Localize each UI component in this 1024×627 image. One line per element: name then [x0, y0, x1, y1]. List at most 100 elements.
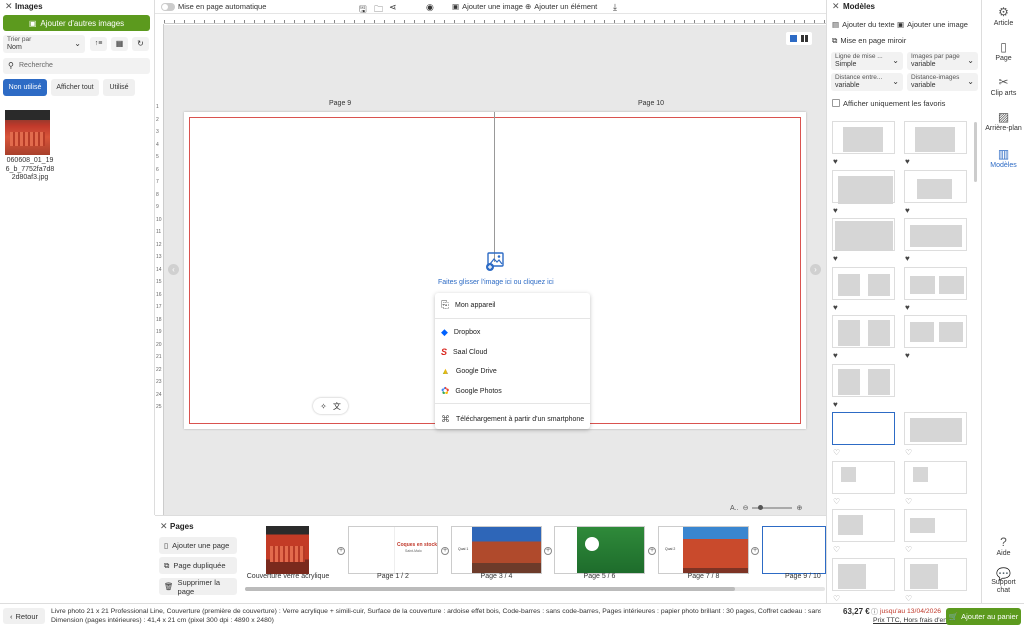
- next-page-arrow[interactable]: ›: [810, 264, 821, 275]
- favorite-heart-icon[interactable]: ♥: [905, 303, 910, 312]
- add-element-tool[interactable]: ⊕ Ajouter un élément: [525, 2, 597, 11]
- rail-page[interactable]: ▯ Page: [982, 40, 1024, 62]
- favorite-heart-icon[interactable]: ♡: [905, 594, 912, 603]
- layout-template[interactable]: [832, 460, 895, 494]
- layout-template[interactable]: [832, 363, 895, 397]
- rail-help[interactable]: ? Aide: [982, 535, 1024, 557]
- duplicate-page-button[interactable]: ⧉ Page dupliquée: [159, 557, 237, 574]
- page-thumb-9-10[interactable]: [762, 526, 826, 574]
- rail-support-chat[interactable]: 💬 Support chat: [982, 568, 1024, 595]
- prev-page-arrow[interactable]: ‹: [168, 264, 179, 275]
- favorite-heart-icon[interactable]: ♡: [905, 448, 912, 457]
- insert-page-icon[interactable]: +: [751, 547, 759, 555]
- rail-background[interactable]: ▨ Arrière-plan: [982, 110, 1024, 132]
- add-to-cart-button[interactable]: 🛒 Ajouter au panier: [946, 608, 1021, 625]
- back-button[interactable]: ‹ Retour: [3, 608, 45, 624]
- favorite-heart-icon[interactable]: ♡: [905, 497, 912, 506]
- layout-template[interactable]: [832, 169, 895, 204]
- zoom-handle[interactable]: [758, 505, 764, 510]
- add-page-button[interactable]: ▯ Ajouter une page: [159, 537, 237, 554]
- filter-show-all[interactable]: Afficher tout: [51, 79, 99, 96]
- line-select[interactable]: Ligne de mise ... Simple ⌄: [831, 52, 903, 70]
- magic-wand-icon[interactable]: ✧: [320, 402, 327, 411]
- layout-template[interactable]: [832, 121, 895, 154]
- scrollbar-thumb[interactable]: [974, 122, 977, 182]
- favorite-heart-icon[interactable]: ♥: [905, 206, 910, 215]
- layout-template[interactable]: [904, 266, 967, 300]
- pages-scrollbar[interactable]: [245, 587, 825, 591]
- page-thumb-5-6[interactable]: [554, 526, 645, 574]
- single-view-icon[interactable]: [790, 35, 797, 42]
- filter-not-used[interactable]: Non utilisé: [3, 79, 47, 96]
- layout-template[interactable]: [904, 121, 967, 154]
- rail-models[interactable]: ▥ Modèles: [982, 147, 1024, 169]
- favorites-checkbox[interactable]: [832, 99, 840, 107]
- menu-item-google-photos[interactable]: ✿ Google Photos: [441, 386, 502, 397]
- image-thumbnail[interactable]: [5, 110, 50, 155]
- grid-view-icon[interactable]: ▦: [111, 37, 128, 51]
- delete-page-button[interactable]: 🗑 Supprimer la page: [159, 578, 237, 596]
- add-photo-icon[interactable]: [485, 252, 505, 272]
- layout-template[interactable]: [904, 315, 967, 348]
- favorite-heart-icon[interactable]: ♡: [833, 594, 840, 603]
- search-input[interactable]: ⚲ Recherche: [3, 58, 150, 74]
- share-icon[interactable]: ⋖: [389, 2, 397, 13]
- refresh-icon[interactable]: ↻: [132, 37, 149, 51]
- favorite-heart-icon[interactable]: ♥: [905, 254, 910, 263]
- menu-item-dropbox[interactable]: ◆ Dropbox: [441, 327, 480, 338]
- page-thumb-1-2[interactable]: Coques en stock Saint-Malo: [348, 526, 438, 574]
- grid-view-icon[interactable]: [801, 35, 808, 42]
- favorite-heart-icon[interactable]: ♥: [833, 400, 838, 409]
- menu-item-smartphone[interactable]: ⌘ Téléchargement à partir d'un smartphone: [441, 414, 584, 425]
- drop-hint[interactable]: Faites glisser l'image ici ou cliquez ic…: [438, 279, 554, 286]
- menu-item-saal-cloud[interactable]: S Saal Cloud: [441, 347, 487, 357]
- favorite-heart-icon[interactable]: ♡: [833, 545, 840, 554]
- layout-template[interactable]: [832, 218, 895, 251]
- insert-page-icon[interactable]: +: [441, 547, 449, 555]
- favorite-heart-icon[interactable]: ♥: [833, 351, 838, 360]
- favorite-heart-icon[interactable]: ♥: [833, 206, 838, 215]
- translate-icon[interactable]: 文: [333, 401, 341, 412]
- distance-between-select[interactable]: Distance entre... variable ⌄: [831, 73, 903, 91]
- favorite-heart-icon[interactable]: ♡: [833, 448, 840, 457]
- sort-select[interactable]: Trier par Nom ⌄: [3, 35, 85, 53]
- page-thumb-7-8[interactable]: Quai 2: [658, 526, 749, 574]
- close-icon[interactable]: ✕: [832, 1, 840, 12]
- insert-page-icon[interactable]: +: [648, 547, 656, 555]
- distance-images-select[interactable]: Distance-images variable ⌄: [907, 73, 978, 91]
- insert-page-icon[interactable]: +: [544, 547, 552, 555]
- layout-template[interactable]: [832, 315, 895, 348]
- view-mode-switch[interactable]: [786, 32, 812, 45]
- zoom-in-icon[interactable]: ⊕: [796, 504, 802, 512]
- zoom-out-icon[interactable]: ⊖: [743, 504, 749, 512]
- canvas-area[interactable]: Page 9 Page 10 ‹ › Faites glisser l'imag…: [164, 25, 826, 515]
- sort-direction-icon[interactable]: ↑≡: [90, 37, 107, 51]
- favorite-heart-icon[interactable]: ♥: [905, 351, 910, 360]
- favorite-heart-icon[interactable]: ♥: [833, 254, 838, 263]
- add-image-button[interactable]: ▣ Ajouter une image: [897, 20, 968, 29]
- layout-template[interactable]: [832, 557, 895, 591]
- layout-template[interactable]: [904, 412, 967, 445]
- eye-icon[interactable]: ◉: [426, 2, 434, 13]
- filter-used[interactable]: Utilisé: [103, 79, 135, 96]
- insert-page-icon[interactable]: +: [337, 547, 345, 555]
- add-text-button[interactable]: ▤ Ajouter du texte: [832, 20, 895, 29]
- layout-template[interactable]: [904, 218, 967, 251]
- price-note[interactable]: Prix TTC, Hors frais d'envoi: [873, 617, 956, 624]
- layout-template[interactable]: [904, 509, 967, 542]
- page-thumb-3-4[interactable]: Quai 1: [451, 526, 542, 574]
- download-icon[interactable]: ⤓: [613, 2, 617, 13]
- layout-template[interactable]: [904, 557, 967, 591]
- close-icon[interactable]: ✕: [5, 1, 13, 12]
- mirror-layout-button[interactable]: ⧉ Mise en page miroir: [832, 36, 906, 46]
- auto-layout-toggle[interactable]: [161, 3, 175, 11]
- add-image-tool[interactable]: ▣ Ajouter une image: [452, 2, 523, 11]
- favorite-heart-icon[interactable]: ♥: [905, 157, 910, 166]
- layout-template[interactable]: [832, 266, 895, 300]
- favorite-heart-icon[interactable]: ♥: [833, 157, 838, 166]
- close-icon[interactable]: ✕: [160, 521, 168, 532]
- add-images-button[interactable]: ▣ Ajouter d'autres images: [3, 15, 150, 31]
- info-icon[interactable]: ⓘ: [871, 607, 878, 617]
- menu-item-my-device[interactable]: ⎘ Mon appareil: [441, 300, 495, 311]
- layout-template[interactable]: [832, 412, 895, 445]
